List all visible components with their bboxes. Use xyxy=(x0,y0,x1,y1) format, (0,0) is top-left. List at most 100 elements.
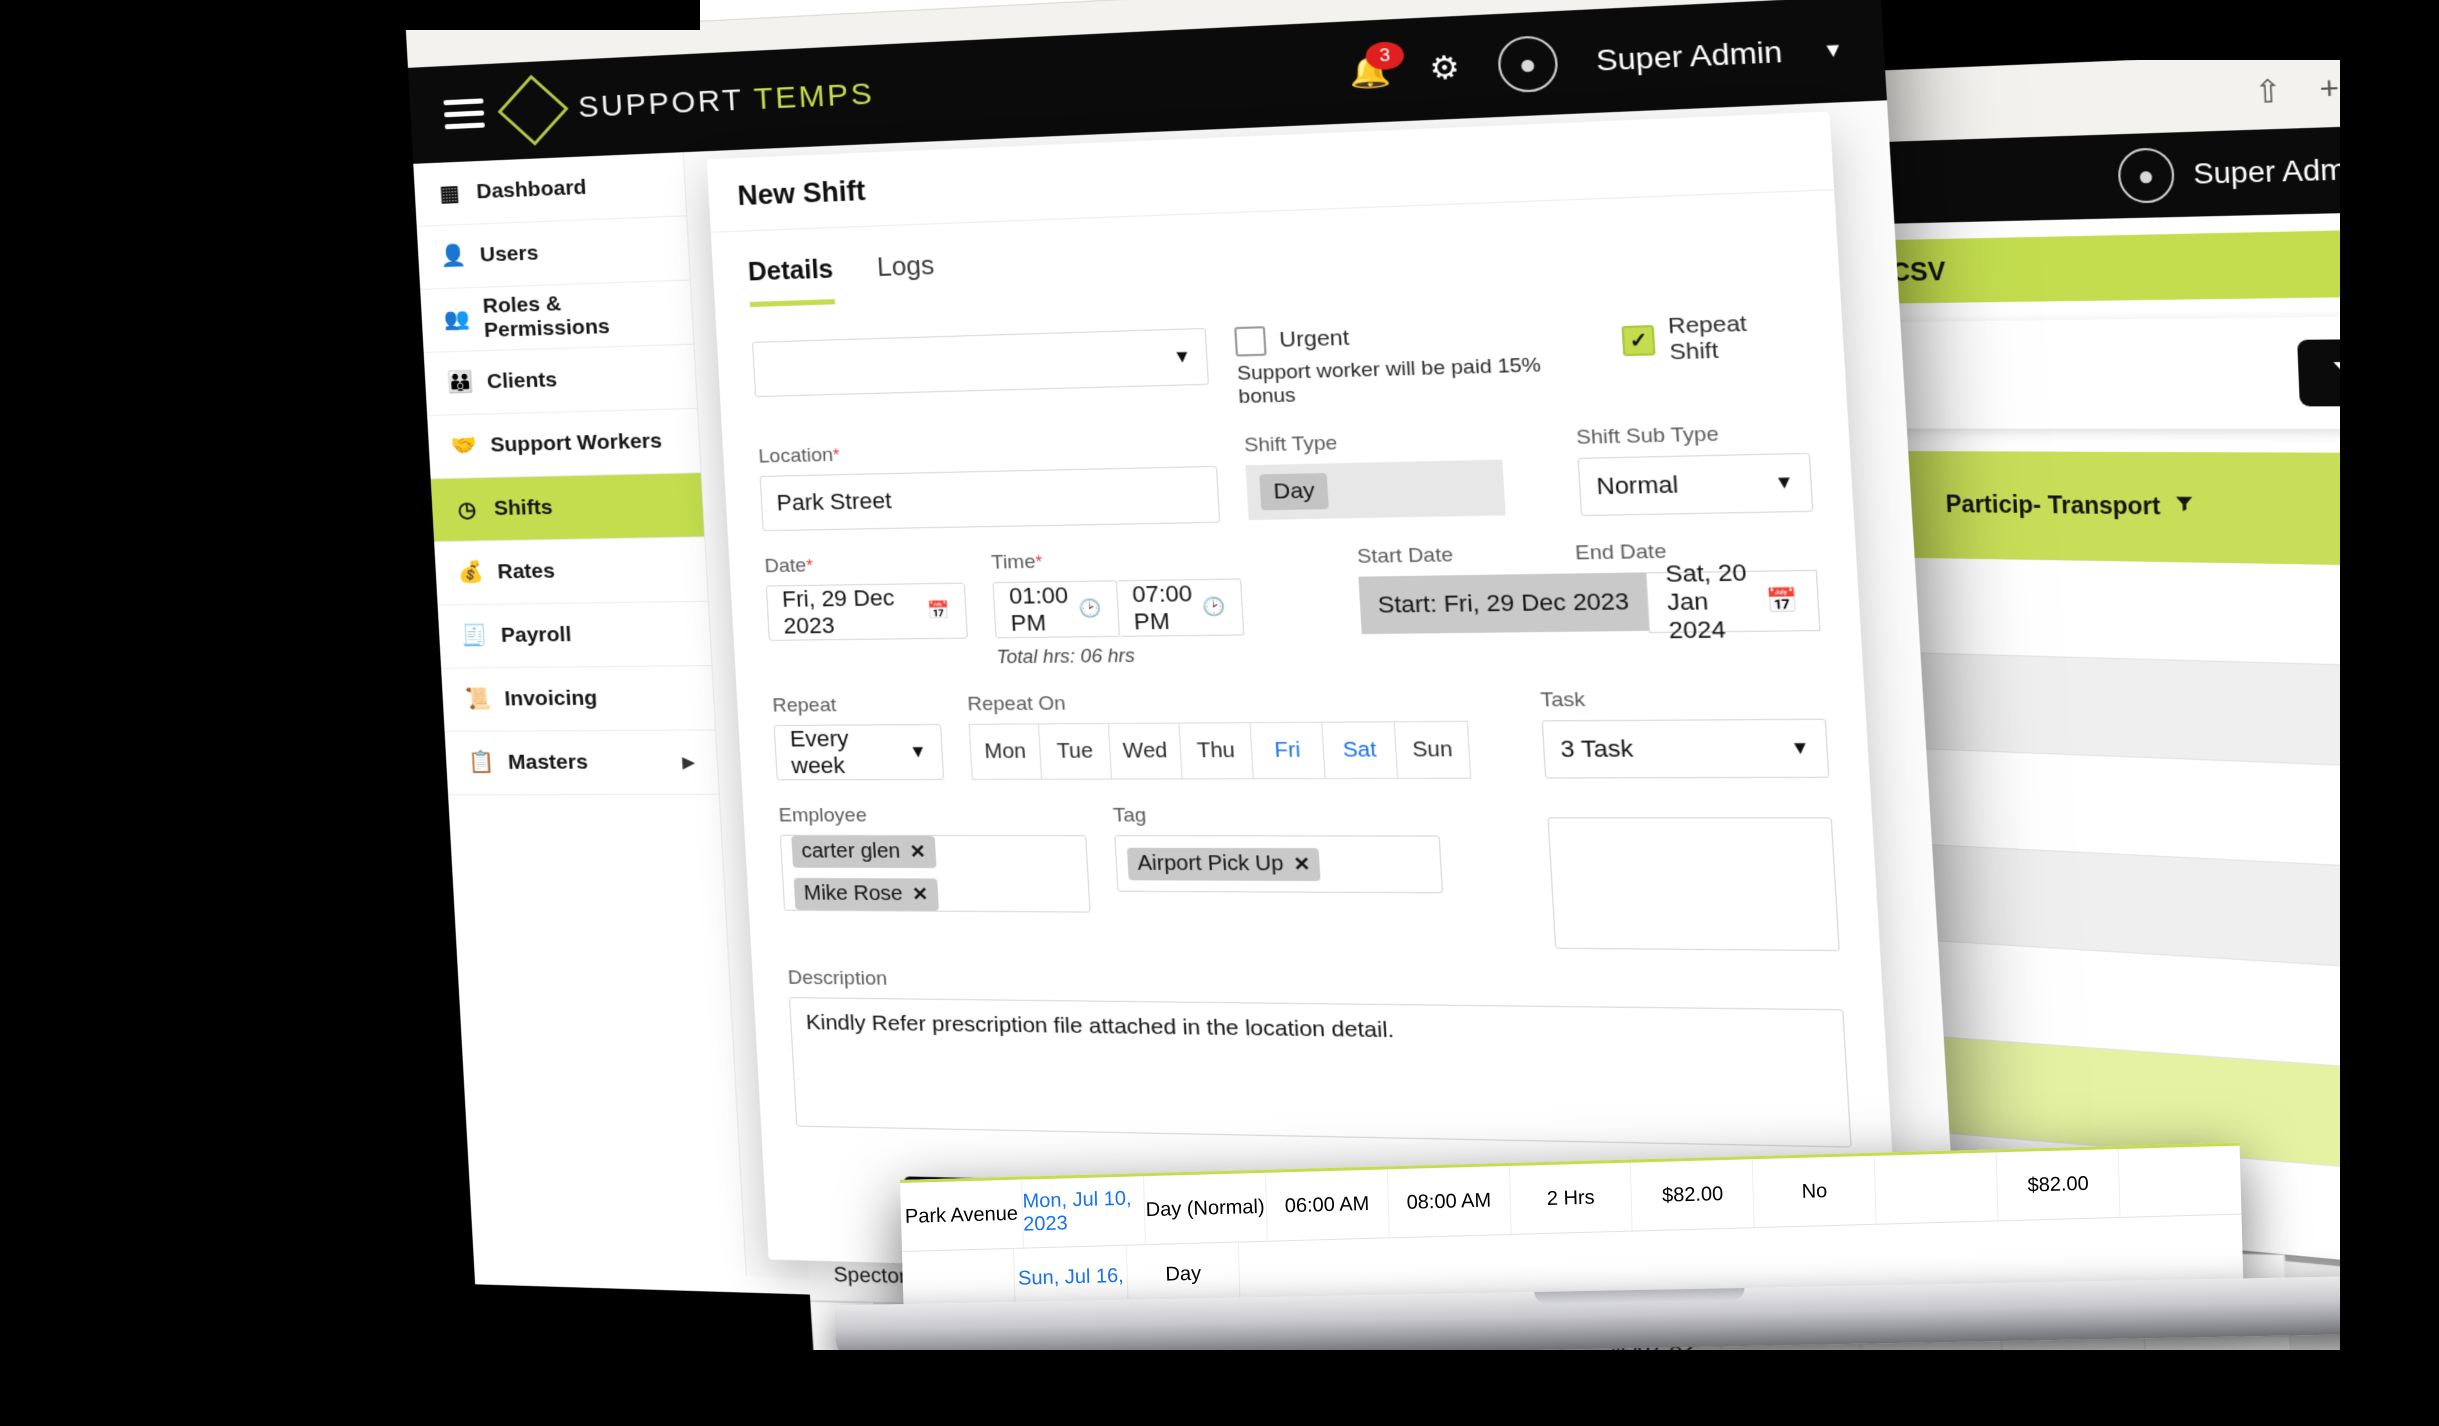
share-icon[interactable]: ⇧ xyxy=(2253,73,2282,111)
calendar-icon[interactable]: 📅 xyxy=(1766,587,1800,616)
time-end-input[interactable]: 07:00 PM 🕑 xyxy=(1116,578,1245,637)
employee-chip[interactable]: Mike Rose ✕ xyxy=(793,877,939,911)
bell-icon[interactable]: 🔔 3 xyxy=(1348,40,1405,91)
start-end-date-pair: Start: Fri, 29 Dec 2023 Sat, 20 Jan 2024… xyxy=(1358,559,1821,644)
task-select[interactable]: 3 Task ▼ xyxy=(1541,718,1830,779)
sidebar-item-support-workers[interactable]: 🤝 Support Workers xyxy=(427,408,701,480)
day-toggle-wed[interactable]: Wed xyxy=(1108,722,1183,780)
location-input[interactable]: Park Street xyxy=(759,465,1221,532)
sidebar-item-label: Roles & Permissions xyxy=(482,292,611,343)
day-toggle-fri[interactable]: Fri xyxy=(1250,721,1326,780)
sidebar-item-roles-permissions[interactable]: 👥 Roles & Permissions xyxy=(420,280,694,353)
clipboard-icon: 📋 xyxy=(467,750,495,775)
sidebar-item-label: Users xyxy=(479,241,539,267)
screenshot-stage: ⇧ + ❐ ● o XERO Format CSV Discount On To… xyxy=(0,0,2439,1426)
sidebar-item-label: Clients xyxy=(486,368,558,394)
sidebar-item-shifts[interactable]: ◷ Shifts xyxy=(430,473,705,543)
clock-icon[interactable]: 🕑 xyxy=(1078,598,1102,619)
app-body: ▦ Dashboard 👤 Users 👥 Roles & Permission… xyxy=(413,100,2297,1420)
new-shift-form: ▼ Urgent Support worker will be paid 15%… xyxy=(715,271,1901,1291)
tag-chip-input[interactable]: Airport Pick Up ✕ xyxy=(1114,835,1444,894)
cell-end-time: 08:00 AM xyxy=(1387,1165,1512,1238)
employee-chip-label: Mike Rose xyxy=(803,882,904,906)
row-date-time: Date* Fri, 29 Dec 2023 📅 Time* 01:00 PM … xyxy=(764,538,1822,671)
location-value: Park Street xyxy=(775,487,893,516)
day-toggle-mon[interactable]: Mon xyxy=(968,723,1043,780)
repeat-on-label: Repeat On xyxy=(966,692,1067,716)
employee-chip-input[interactable]: carter glen ✕ Mike Rose ✕ xyxy=(779,834,1091,913)
start-date-field[interactable]: Start: Fri, 29 Dec 2023 xyxy=(1358,572,1650,635)
new-shift-modal: New Shift Details Logs ▼ Urgent Support … xyxy=(706,111,1901,1292)
time-start-input[interactable]: 01:00 PM 🕑 xyxy=(992,580,1120,639)
cell-total: $82.00 xyxy=(1996,1148,2121,1221)
sidebar-item-payroll[interactable]: 🧾 Payroll xyxy=(437,601,712,669)
hamburger-menu-icon[interactable] xyxy=(443,97,485,129)
sidebar-item-dashboard[interactable]: ▦ Dashboard xyxy=(413,152,687,227)
employee-chip-label: carter glen xyxy=(800,839,901,863)
mask-left xyxy=(0,0,330,1426)
row-repeat: Repeat Every week ▼ Repeat On Mon Tue We… xyxy=(772,687,1830,781)
task-detail-panel xyxy=(1547,817,1840,952)
tag-label: Tag xyxy=(1112,804,1147,827)
sidebar-item-label: Dashboard xyxy=(475,175,588,204)
gear-icon[interactable]: ⚙ xyxy=(1428,49,1461,88)
day-toggle-sun[interactable]: Sun xyxy=(1394,720,1472,779)
dollar-icon: 💰 xyxy=(457,560,485,585)
employee-label: Employee xyxy=(778,804,868,827)
urgent-label: Urgent xyxy=(1278,325,1350,353)
client-select[interactable]: ▼ xyxy=(752,327,1210,398)
tab-details[interactable]: Details xyxy=(747,254,836,308)
chevron-down-icon[interactable]: ▼ xyxy=(1822,38,1844,62)
people-icon: 👪 xyxy=(446,370,474,395)
filter-icon[interactable] xyxy=(2171,493,2198,521)
calendar-icon[interactable]: 📅 xyxy=(927,600,951,621)
content-area: Harvey Spector Fri, Jun 16, 2023 Evening… xyxy=(683,100,2297,1420)
sidebar-item-users[interactable]: 👤 Users xyxy=(416,216,690,290)
shift-type-field[interactable]: Day xyxy=(1245,459,1506,521)
urgent-note: Support worker will be paid 15% bonus xyxy=(1236,354,1542,409)
close-icon[interactable]: ✕ xyxy=(909,841,926,863)
user-shield-icon: 👥 xyxy=(443,307,471,332)
chevron-down-icon: ▼ xyxy=(1789,737,1811,759)
cell-location: Park Avenue xyxy=(900,1179,1024,1251)
sidebar-item-clients[interactable]: 👪 Clients xyxy=(423,344,698,417)
notification-badge: 3 xyxy=(1364,40,1405,70)
urgent-checkbox-row[interactable]: Urgent xyxy=(1234,316,1594,357)
close-icon[interactable]: ✕ xyxy=(1293,853,1311,875)
date-label-text: Date xyxy=(764,555,807,578)
sidebar-item-label: Rates xyxy=(496,559,556,584)
sidebar-item-label: Shifts xyxy=(493,495,554,521)
clock-icon[interactable]: 🕑 xyxy=(1202,597,1226,618)
cell-net-total xyxy=(2119,1146,2242,1217)
cell-date[interactable]: Mon, Jul 10, 2023 xyxy=(1021,1176,1146,1248)
day-toggle-tue[interactable]: Tue xyxy=(1038,722,1113,780)
total-hours-hint: Total hrs: 06 hrs xyxy=(996,645,1136,668)
employee-chip[interactable]: carter glen ✕ xyxy=(791,835,937,869)
mask-top-left xyxy=(0,0,700,30)
brand-word-1: SUPPORT xyxy=(577,83,745,125)
avatar[interactable]: ● xyxy=(2117,147,2176,204)
repeat-shift-checkbox-row[interactable]: ✓ Repeat Shift xyxy=(1621,310,1804,367)
date-input[interactable]: Fri, 29 Dec 2023 📅 xyxy=(765,582,968,641)
day-toggle-sat[interactable]: Sat xyxy=(1322,721,1399,780)
cell-start-time: 06:00 AM xyxy=(1265,1169,1390,1241)
tab-logs[interactable]: Logs xyxy=(876,251,936,303)
sidebar-item-invoicing[interactable]: 📜 Invoicing xyxy=(441,666,716,732)
cell-shift-type: Day (Normal) xyxy=(1143,1172,1268,1245)
cell-blank xyxy=(1874,1152,1999,1224)
tag-chip[interactable]: Airport Pick Up ✕ xyxy=(1126,847,1322,881)
description-textarea[interactable]: Kindly Refer prescription file attached … xyxy=(788,997,1852,1148)
sidebar-item-rates[interactable]: 💰 Rates xyxy=(434,537,708,606)
brand-logo[interactable]: SUPPORT TEMPS xyxy=(497,69,876,146)
urgent-checkbox[interactable] xyxy=(1234,326,1268,357)
end-date-field[interactable]: Sat, 20 Jan 2024 📅 xyxy=(1645,559,1821,644)
sidebar-item-masters[interactable]: 📋 Masters ▶ xyxy=(444,730,719,796)
avatar[interactable]: ● xyxy=(1496,34,1559,94)
repeat-shift-checkbox[interactable]: ✓ xyxy=(1621,325,1656,357)
shift-sub-type-select[interactable]: Normal ▼ xyxy=(1577,452,1814,517)
plus-icon[interactable]: + xyxy=(2319,71,2340,108)
day-toggle-thu[interactable]: Thu xyxy=(1179,722,1254,780)
repeat-select[interactable]: Every week ▼ xyxy=(773,723,945,781)
close-icon[interactable]: ✕ xyxy=(912,884,929,906)
user-name[interactable]: Super Admin xyxy=(1595,35,1783,78)
